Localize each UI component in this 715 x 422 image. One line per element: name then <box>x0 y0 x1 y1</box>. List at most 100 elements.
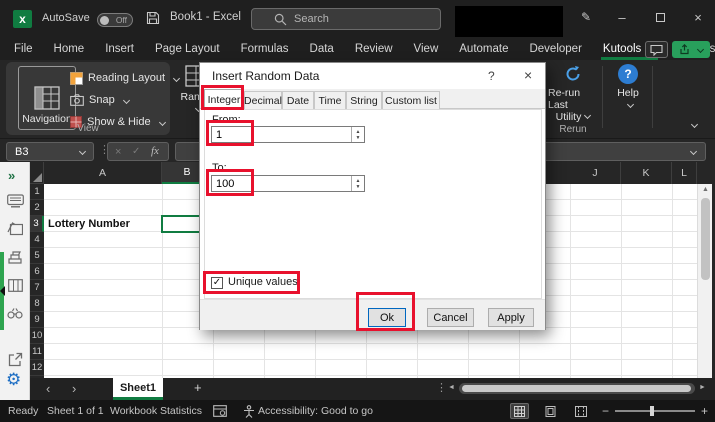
tab-automate[interactable]: Automate <box>459 38 508 60</box>
name-box[interactable]: B3 <box>6 142 94 161</box>
vertical-scrollbar[interactable]: ▲ <box>697 184 712 378</box>
column-header-j[interactable]: J <box>570 162 621 184</box>
pane-collapse-arrow[interactable] <box>0 286 5 296</box>
column-header-l[interactable]: L <box>672 162 697 184</box>
workbook-pane-icon[interactable] <box>6 192 24 210</box>
help-button[interactable]: ? Help <box>608 64 648 107</box>
dialog-tab-custom-list[interactable]: Custom list <box>382 91 440 109</box>
tab-review[interactable]: Review <box>355 38 393 60</box>
tab-page-layout[interactable]: Page Layout <box>155 38 220 60</box>
tab-data[interactable]: Data <box>310 38 334 60</box>
autosave-toggle[interactable]: Off <box>97 13 133 27</box>
close-button[interactable]: × <box>688 10 708 25</box>
enter-entry-icon[interactable]: ✓ <box>132 146 140 157</box>
next-sheet-icon[interactable]: › <box>72 381 76 396</box>
apply-button[interactable]: Apply <box>488 308 534 327</box>
dialog-help-button[interactable]: ? <box>488 69 495 83</box>
row-header-6[interactable]: 6 <box>30 264 44 280</box>
row-header-2[interactable]: 2 <box>30 200 44 216</box>
page-layout-view-button[interactable] <box>541 403 560 419</box>
ribbon-collapse-icon[interactable] <box>691 121 698 128</box>
navigation-pane-icon <box>34 86 60 110</box>
save-icon[interactable] <box>146 11 160 25</box>
hscroll-left-icon[interactable]: ◄ <box>448 384 455 391</box>
camera-table-icon[interactable] <box>213 400 227 422</box>
row-header-4[interactable]: 4 <box>30 232 44 248</box>
columns-pane-icon[interactable] <box>6 276 24 294</box>
insert-function-icon[interactable]: fx <box>151 145 159 157</box>
column-header-k[interactable]: K <box>621 162 672 184</box>
row-header-7[interactable]: 7 <box>30 280 44 296</box>
formula-buttons-group: × ✓ fx <box>107 142 169 161</box>
row-header-12[interactable]: 12 <box>30 360 44 376</box>
normal-view-button[interactable] <box>510 403 529 419</box>
cancel-button[interactable]: Cancel <box>427 308 474 327</box>
tab-file[interactable]: File <box>14 38 33 60</box>
vertical-scroll-thumb[interactable] <box>701 198 710 280</box>
tab-formulas[interactable]: Formulas <box>241 38 289 60</box>
prev-sheet-icon[interactable]: ‹ <box>46 381 50 396</box>
tab-view[interactable]: View <box>414 38 439 60</box>
help-icon: ? <box>618 64 638 84</box>
settings-gear-icon[interactable]: ⚙ <box>6 370 21 390</box>
rerun-group-label: Rerun <box>548 124 598 135</box>
tab-home[interactable]: Home <box>54 38 85 60</box>
minimize-button[interactable]: – <box>612 10 632 25</box>
zoom-in-button[interactable]: + <box>701 400 708 422</box>
popout-icon[interactable] <box>6 350 24 368</box>
hscroll-right-icon[interactable]: ► <box>699 384 706 391</box>
share-button[interactable] <box>672 41 710 58</box>
accessibility-status[interactable]: Accessibility: Good to go <box>258 400 373 422</box>
dialog-close-button[interactable]: × <box>524 67 532 83</box>
comments-button[interactable] <box>645 41 668 58</box>
row-header-1[interactable]: 1 <box>30 184 44 200</box>
row-header-8[interactable]: 8 <box>30 296 44 312</box>
dialog-tab-time[interactable]: Time <box>314 91 346 109</box>
column-header-a[interactable]: A <box>44 162 162 184</box>
horizontal-scroll-thumb[interactable] <box>462 385 691 392</box>
spin-down-icon[interactable]: ▼ <box>356 135 361 141</box>
from-spinner[interactable]: ▲ ▼ <box>351 127 364 142</box>
zoom-slider-thumb[interactable] <box>650 406 654 416</box>
pen-icon[interactable]: ✎ <box>576 10 596 24</box>
dialog-tab-date[interactable]: Date <box>282 91 314 109</box>
row-header-10[interactable]: 10 <box>30 328 44 344</box>
dialog-tab-string[interactable]: String <box>346 91 382 109</box>
maximize-button[interactable] <box>650 10 670 25</box>
search-icon <box>274 13 287 26</box>
help-label: Help <box>617 87 639 99</box>
snap-button[interactable]: Snap <box>70 90 129 110</box>
tab-developer[interactable]: Developer <box>529 38 581 60</box>
cancel-entry-icon[interactable]: × <box>115 146 121 158</box>
navigation-button[interactable]: Navigation <box>18 66 76 130</box>
ribbon-tab-strip: File Home Insert Page Layout Formulas Da… <box>0 38 715 60</box>
to-spinner[interactable]: ▲ ▼ <box>351 176 364 191</box>
sheet-tab-sheet1[interactable]: Sheet1 <box>113 378 163 400</box>
tab-insert[interactable]: Insert <box>105 38 134 60</box>
workbook-statistics-button[interactable]: Workbook Statistics <box>110 400 202 422</box>
zoom-out-button[interactable]: − <box>602 400 609 422</box>
tabbar-ellipsis-icon[interactable]: ⋮ <box>436 381 447 394</box>
expand-pane-icon[interactable]: » <box>8 168 14 183</box>
reading-layout-button[interactable]: Reading Layout <box>70 68 179 88</box>
row-header-3[interactable]: 3 <box>30 216 44 232</box>
shapes-pane-icon[interactable] <box>6 248 24 266</box>
select-all-button[interactable] <box>30 162 44 184</box>
excel-logo-icon[interactable]: x <box>13 10 32 28</box>
row-header-11[interactable]: 11 <box>30 344 44 360</box>
search-input[interactable]: Search <box>251 8 441 30</box>
dialog-tab-decimal[interactable]: Decimal <box>244 91 282 109</box>
rerun-last-utility-button[interactable]: Re-run Last Utility <box>548 64 598 123</box>
horizontal-scrollbar[interactable] <box>459 383 695 394</box>
spin-down-icon[interactable]: ▼ <box>356 184 361 190</box>
find-pane-icon[interactable] <box>6 304 24 322</box>
page-break-view-button[interactable] <box>571 403 590 419</box>
clipboard-pane-icon[interactable] <box>6 220 24 238</box>
rerun-label-line2: Utility <box>556 111 591 123</box>
add-sheet-button[interactable]: + <box>194 380 202 395</box>
row-header-9[interactable]: 9 <box>30 312 44 328</box>
cell-a3[interactable]: Lottery Number <box>44 216 162 232</box>
scroll-up-icon[interactable]: ▲ <box>702 186 709 193</box>
zoom-slider[interactable] <box>615 410 695 412</box>
row-header-5[interactable]: 5 <box>30 248 44 264</box>
